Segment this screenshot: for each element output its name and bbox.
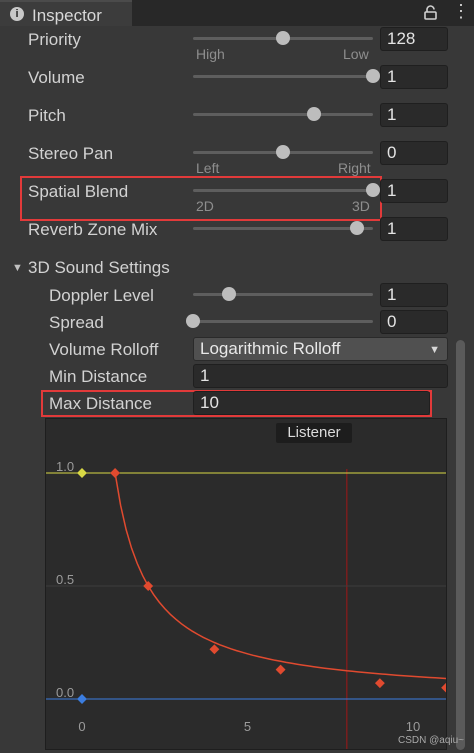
volume-rolloff-label: Volume Rolloff [49, 340, 159, 359]
volume-slider-track[interactable] [193, 75, 373, 78]
doppler-level-label: Doppler Level [49, 286, 154, 305]
curve-key[interactable] [143, 581, 154, 591]
x-tick-label: 0 [78, 719, 85, 734]
pitch-label: Pitch [28, 106, 66, 125]
stereo-pan-min-label: Left [196, 160, 220, 176]
x-tick-label: 10 [406, 719, 420, 734]
spatial-blend-min-label: 2D [196, 198, 214, 214]
info-icon: i [10, 7, 24, 21]
listener-label: Listener [276, 423, 352, 443]
max-distance-label: Max Distance [49, 394, 152, 413]
curve-key[interactable] [110, 468, 121, 478]
max-distance-input[interactable]: 10 [193, 391, 430, 415]
doppler-level-slider-track[interactable] [193, 293, 373, 296]
priority-slider-knob[interactable] [276, 31, 290, 45]
spread-slider-knob[interactable] [186, 314, 200, 328]
chevron-down-icon: ▼ [429, 344, 440, 356]
y-tick-label: 0.5 [56, 572, 74, 587]
more-options-icon[interactable]: ⋮ [452, 2, 470, 20]
stereo-pan-label: Stereo Pan [28, 144, 114, 163]
curve-key[interactable] [441, 682, 447, 693]
rolloff-graph-plot: 1.0 0.5 0.0 0 5 10 [46, 459, 447, 749]
min-distance-input[interactable]: 1 [193, 364, 448, 388]
sound3d-header[interactable]: 3D Sound Settings [28, 258, 170, 278]
spatial-blend-slider-knob[interactable] [366, 183, 380, 197]
volume-rolloff-value: Logarithmic Rolloff [200, 339, 341, 358]
curve-key[interactable] [275, 664, 286, 675]
priority-input[interactable]: 128 [380, 27, 448, 51]
foldout-arrow-icon[interactable]: ▼ [12, 262, 23, 274]
volume-rolloff-dropdown[interactable]: Logarithmic Rolloff ▼ [193, 337, 448, 361]
reverb-zone-mix-slider-track[interactable] [193, 227, 373, 230]
watermark: CSDN @aqiu~ [398, 735, 465, 746]
spread-slider-track[interactable] [193, 320, 373, 323]
spatial-blend-input[interactable]: 1 [380, 179, 448, 203]
spatial-blend-slider-track[interactable] [193, 189, 373, 192]
reverb-zone-mix-input[interactable]: 1 [380, 217, 448, 241]
scrollbar[interactable] [456, 340, 465, 750]
reverb-zone-mix-slider-knob[interactable] [349, 221, 364, 235]
spread-input[interactable]: 0 [380, 310, 448, 334]
spatial-blend-max-label: 3D [352, 198, 370, 214]
doppler-level-input[interactable]: 1 [380, 283, 448, 307]
baseline-key[interactable] [77, 694, 87, 704]
volume-input[interactable]: 1 [380, 65, 448, 89]
tab-inspector[interactable]: i Inspector [0, 0, 132, 26]
volume-label: Volume [28, 68, 85, 87]
pitch-slider-track[interactable] [193, 113, 373, 116]
x-tick-label: 5 [244, 719, 251, 734]
doppler-level-slider-knob[interactable] [222, 287, 236, 301]
stereo-pan-input[interactable]: 0 [380, 141, 448, 165]
priority-label: Priority [28, 30, 81, 49]
spatial-blend-label: Spatial Blend [28, 182, 129, 201]
rolloff-curve [114, 472, 446, 680]
y-tick-label: 1.0 [56, 459, 74, 474]
rolloff-graph[interactable]: 1.0 0.5 0.0 0 5 10 [45, 418, 447, 750]
curve-key[interactable] [374, 678, 385, 689]
y-tick-label: 0.0 [56, 685, 74, 700]
priority-min-label: High [196, 46, 225, 62]
volume-slider-knob[interactable] [366, 69, 380, 83]
pitch-input[interactable]: 1 [380, 103, 448, 127]
pitch-slider-knob[interactable] [306, 107, 321, 121]
priority-max-label: Low [343, 46, 369, 62]
reverb-zone-mix-label: Reverb Zone Mix [28, 220, 158, 239]
reference-key[interactable] [77, 468, 87, 478]
tab-title: Inspector [32, 6, 102, 25]
spread-label: Spread [49, 313, 104, 332]
min-distance-label: Min Distance [49, 367, 148, 386]
curve-key[interactable] [209, 644, 220, 655]
stereo-pan-slider-knob[interactable] [276, 145, 290, 159]
lock-icon[interactable] [424, 5, 437, 20]
stereo-pan-max-label: Right [338, 160, 371, 176]
